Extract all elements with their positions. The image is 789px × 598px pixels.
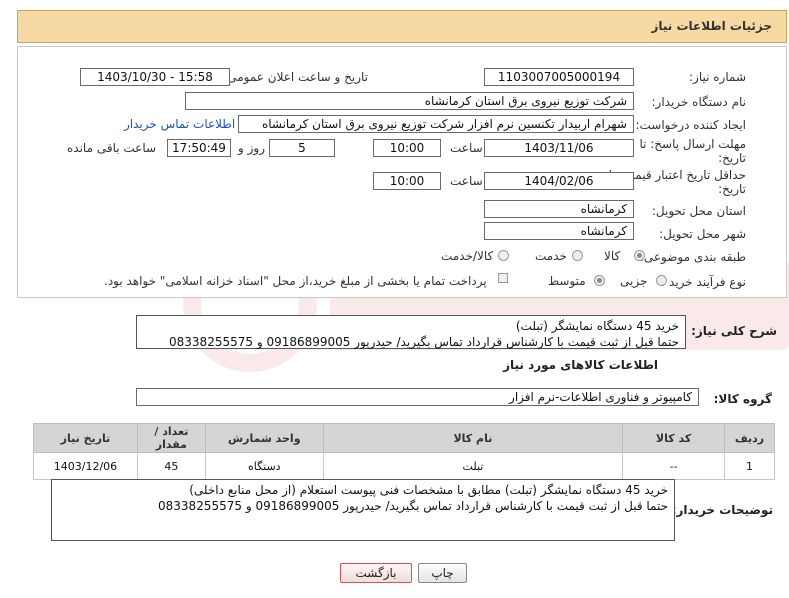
validity-time-label: ساعت (450, 174, 483, 188)
need-number-label: شماره نیاز: (689, 70, 746, 84)
cell-need-date: 1403/12/06 (33, 452, 138, 480)
col-row: ردیف (724, 423, 775, 453)
announce-field: 1403/10/30 - 15:58 (80, 68, 230, 86)
col-need-date: تاریخ نیاز (33, 423, 138, 453)
days-label: روز و (238, 141, 265, 155)
buyer-notes-label: توضیحات خریدار: (671, 503, 773, 517)
deadline-label-date: تاریخ: (718, 151, 746, 165)
payment-note: پرداخت تمام یا بخشی از مبلغ خرید،از محل … (104, 274, 487, 288)
buyer-notes-line-1: خرید 45 دستگاه نمایشگر (تبلت) مطابق با م… (189, 483, 668, 497)
process-label: نوع فرآیند خرید : (661, 275, 746, 289)
category-both-label: کالا/خدمت (441, 249, 494, 263)
province-field: کرمانشاه (484, 200, 634, 218)
city-label: شهر محل تحویل: (659, 227, 746, 241)
process-medium-label: متوسط (548, 274, 586, 288)
category-goods-label: کالا (604, 249, 621, 263)
remaining-days-field: 5 (269, 139, 335, 157)
cell-name: تبلت (322, 452, 624, 480)
validity-time-field: 10:00 (373, 172, 441, 190)
goods-group-field: کامپیوتر و فناوری اطلاعات-نرم افزار (136, 388, 699, 406)
col-quantity: تعداد / مقدار (136, 423, 206, 453)
treasury-checkbox[interactable] (498, 273, 508, 283)
province-label: استان محل تحویل: (651, 204, 746, 218)
goods-section-title: اطلاعات کالاهای مورد نیاز (503, 358, 658, 372)
col-unit: واحد شمارش (204, 423, 324, 453)
category-both-radio[interactable] (498, 250, 509, 261)
cell-unit: دستگاه (204, 452, 324, 480)
cell-quantity: 45 (136, 452, 206, 480)
goods-table: تاریخ نیاز تعداد / مقدار واحد شمارش نام … (33, 423, 775, 480)
buyer-notes-textarea: خرید 45 دستگاه نمایشگر (تبلت) مطابق با م… (51, 479, 675, 541)
category-label: طبقه بندی موضوعی: (639, 250, 746, 264)
validity-label-date: تاریخ: (718, 182, 746, 196)
requester-field: شهرام اربیدار تکنسین نرم افزار شرکت توزی… (238, 115, 634, 133)
table-row: 1403/12/06 45 دستگاه تبلت -- 1 (33, 452, 775, 480)
category-service-label: خدمت (535, 249, 567, 263)
remaining-time-field: 17:50:49 (167, 139, 231, 157)
process-minor-radio[interactable] (656, 275, 667, 286)
print-button[interactable]: چاپ (418, 563, 467, 583)
buyer-contact-link[interactable]: اطلاعات تماس خریدار (124, 117, 235, 131)
deadline-date-field: 1403/11/06 (484, 139, 634, 157)
requester-label: ایجاد کننده درخواست: (635, 118, 746, 132)
city-field: کرمانشاه (484, 222, 634, 240)
table-header-row: تاریخ نیاز تعداد / مقدار واحد شمارش نام … (33, 423, 775, 453)
need-number-field: 1103007005000194 (484, 68, 634, 86)
goods-group-label: گروه کالا: (713, 392, 772, 406)
announce-label: تاریخ و ساعت اعلان عمومی: (223, 70, 368, 84)
page-header: جزئیات اطلاعات نیاز (17, 10, 787, 43)
category-goods-radio[interactable] (634, 250, 645, 261)
col-code: کد کالا (622, 423, 725, 453)
summary-line-2: حتما قبل از ثبت قیمت با کارشناس قرارداد … (169, 335, 679, 349)
summary-textarea: خرید 45 دستگاه نمایشگر (تبلت) حتما قبل ا… (136, 315, 686, 349)
deadline-time-label: ساعت (450, 141, 483, 155)
process-medium-radio[interactable] (594, 275, 605, 286)
remaining-label: ساعت باقی مانده (67, 141, 157, 155)
deadline-label: مهلت ارسال پاسخ: تا (639, 137, 746, 151)
buyer-org-field: شرکت توزیع نیروی برق استان کرمانشاه (185, 92, 634, 110)
buyer-org-label: نام دستگاه خریدار: (651, 95, 747, 109)
summary-line-1: خرید 45 دستگاه نمایشگر (تبلت) (515, 319, 679, 333)
col-name: نام کالا (322, 423, 624, 453)
cell-row: 1 (724, 452, 775, 480)
buyer-notes-line-2: حتما قبل از ثبت قیمت با کارشناس قرارداد … (158, 499, 668, 513)
page-title: جزئیات اطلاعات نیاز (651, 19, 772, 33)
category-service-radio[interactable] (572, 250, 583, 261)
summary-label: شرح کلی نیاز: (691, 324, 777, 338)
validity-date-field: 1404/02/06 (484, 172, 634, 190)
back-button[interactable]: بازگشت (340, 563, 412, 583)
cell-code: -- (622, 452, 725, 480)
deadline-time-field: 10:00 (373, 139, 441, 157)
process-minor-label: جزیی (620, 274, 648, 288)
